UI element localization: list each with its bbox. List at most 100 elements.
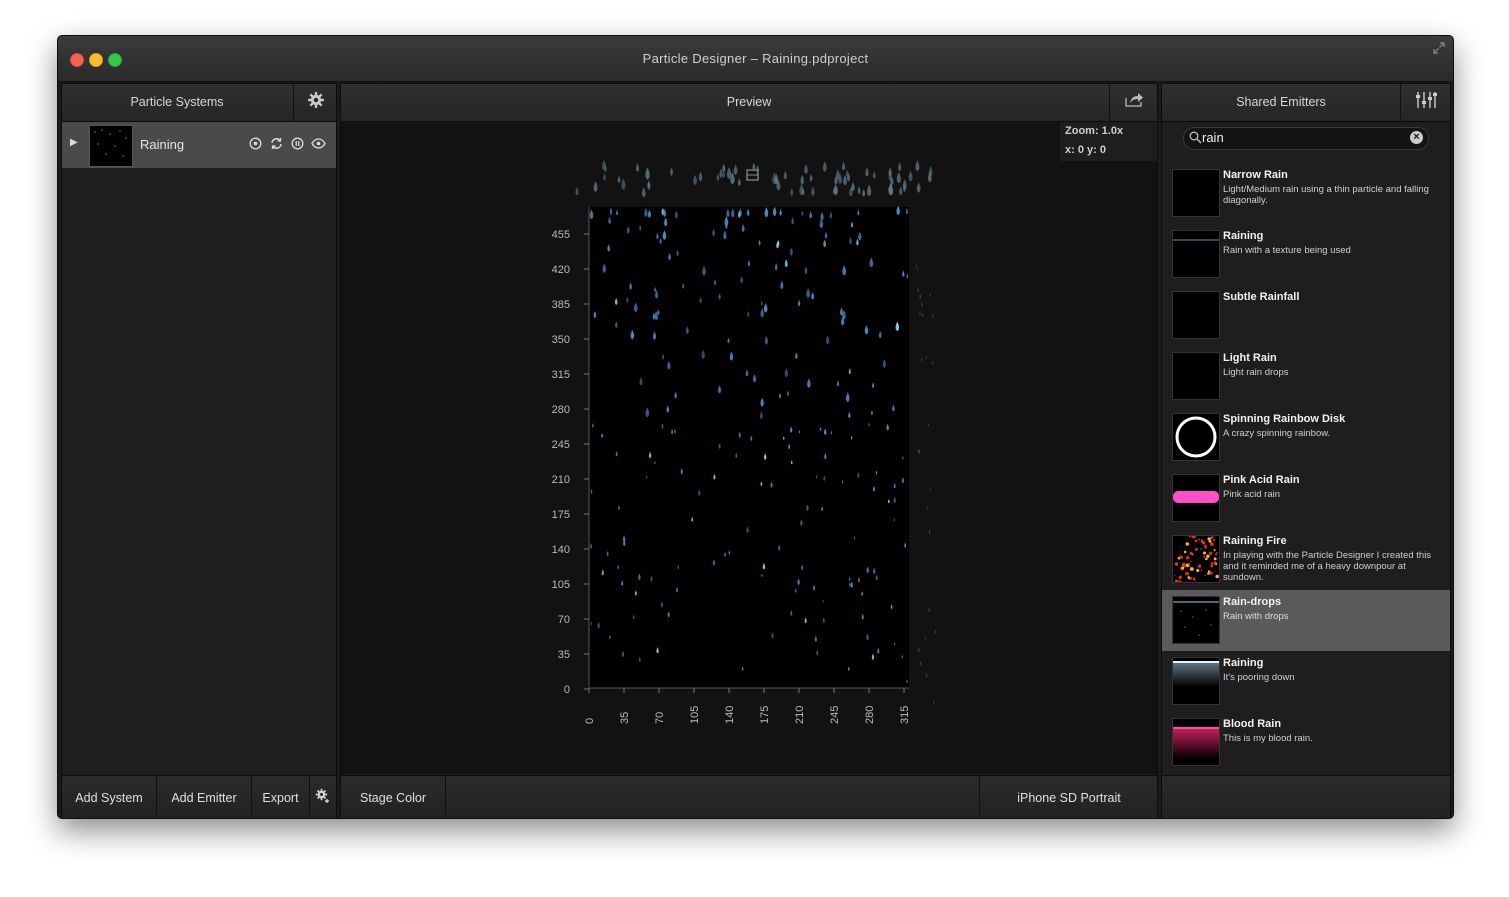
disclosure-triangle-icon[interactable]: ▶ [70, 137, 78, 148]
export-button[interactable]: Export [252, 776, 310, 818]
y-tick-label: 245 [552, 439, 570, 451]
emitter-row-raining-fire[interactable]: Raining Fire In playing with the Particl… [1162, 529, 1450, 590]
rain-drop [896, 171, 901, 184]
fire-particle [1185, 555, 1190, 560]
rain-drop [790, 187, 794, 197]
rain-drop [645, 167, 650, 180]
rain-drop [928, 607, 931, 613]
preview-panel: Preview 455 420 385 350 315 280 245 210 175 140 10… [340, 83, 1158, 818]
rain-drop [843, 174, 847, 186]
rain-drop [670, 167, 674, 176]
rain-drop [698, 171, 703, 182]
settings-button[interactable] [293, 84, 337, 121]
fire-particle [1202, 551, 1207, 555]
rain-drop [929, 292, 932, 297]
emitter-row-raining[interactable]: Raining Rain with a texture being used [1162, 224, 1450, 285]
export-settings-button[interactable] [310, 776, 336, 818]
panel-title: Preview [726, 95, 772, 109]
add-system-button[interactable]: Add System [62, 776, 157, 818]
rain-drop [919, 660, 922, 667]
search-input[interactable] [1202, 130, 1402, 145]
fire-particle [1213, 538, 1216, 541]
emitter-title: Raining Fire [1223, 535, 1287, 547]
rain-drop [929, 487, 931, 492]
title-bar: Particle Designer – Raining.pdproject [58, 36, 1453, 82]
fire-particle [1216, 551, 1218, 554]
emitter-description: Light rain drops [1223, 367, 1289, 378]
x-tick-label: 245 [829, 706, 841, 724]
rain-drop [917, 267, 919, 272]
zoom-level: Zoom: 1.0x [1065, 125, 1124, 137]
share-button[interactable] [1109, 84, 1158, 121]
system-row-raining[interactable]: ▶ Raining [62, 122, 336, 168]
rain-drop [921, 312, 924, 318]
rain-drop [902, 179, 907, 190]
emitter-thumbnail [1172, 718, 1220, 766]
preview-stage[interactable]: 455 420 385 350 315 280 245 210 175 140 105 70 35 0 0… [341, 122, 1157, 774]
fire-particle [1174, 575, 1176, 577]
emitter-row-blood-rain[interactable]: Blood Rain This is my blood rain. [1162, 712, 1450, 773]
rain-drop [593, 181, 598, 192]
rain-drop [851, 182, 855, 192]
refresh-icon[interactable] [269, 136, 284, 151]
rain-drop [737, 178, 741, 187]
system-name: Raining [140, 137, 185, 152]
emitter-description: This is my blood rain. [1223, 733, 1313, 744]
eye-icon[interactable] [311, 136, 326, 151]
emitter-row-narrow-rain[interactable]: Narrow Rain Light/Medium rain using a th… [1162, 163, 1450, 224]
x-tick-label: 35 [619, 712, 631, 724]
x-tick-label: 140 [724, 706, 736, 724]
emitter-row-subtle-rainfall[interactable]: Subtle Rainfall [1162, 285, 1450, 346]
fullscreen-icon[interactable] [1433, 42, 1445, 57]
fire-particle [1197, 564, 1202, 568]
rain-drop [800, 174, 804, 185]
emitter-row-light-rain[interactable]: Light Rain Light rain drops [1162, 346, 1450, 407]
rain-drop [933, 700, 935, 705]
x-tick-label: 280 [864, 706, 876, 724]
search-field[interactable]: × [1183, 127, 1429, 150]
fire-particle [1200, 569, 1203, 571]
rain-drop [722, 163, 726, 173]
emitter-description: A crazy spinning rainbow. [1223, 428, 1331, 439]
y-tick-label: 350 [552, 334, 570, 346]
fire-particle [1178, 580, 1182, 582]
emitter-description: Rain with a texture being used [1223, 245, 1351, 256]
y-tick-label: 70 [558, 614, 570, 626]
rain-drop [915, 160, 920, 172]
emitter-list: Narrow Rain Light/Medium rain using a th… [1162, 163, 1450, 773]
fire-particle [1205, 547, 1207, 550]
rain-drop [919, 311, 921, 316]
target-icon[interactable] [248, 136, 263, 151]
emitter-thumbnail [1172, 352, 1220, 400]
shared-emitters-header: Shared Emitters [1162, 84, 1450, 122]
rain-drop [752, 162, 756, 171]
fire-particle [1213, 557, 1217, 561]
particle-systems-header: Particle Systems [62, 84, 336, 122]
fire-particle [1198, 538, 1201, 541]
emitter-row-raining-2[interactable]: Raining It's pooring down [1162, 651, 1450, 712]
pause-icon[interactable] [290, 136, 305, 151]
rain-drop [719, 168, 723, 178]
device-select[interactable]: iPhone SD Portrait [979, 776, 1158, 818]
emitter-row-pink-acid-rain[interactable]: Pink Acid Rain Pink acid rain [1162, 468, 1450, 529]
y-tick-label: 35 [558, 649, 570, 661]
emitter-description: Light/Medium rain using a thin particle … [1223, 184, 1429, 206]
emitter-thumbnail [1172, 657, 1220, 705]
rain-drop [862, 188, 866, 197]
stage-color-button[interactable]: Stage Color [341, 776, 446, 818]
emitter-row-spinning-rainbow-disk[interactable]: Spinning Rainbow Disk A crazy spinning r… [1162, 407, 1450, 468]
emitter-title: Raining [1223, 230, 1264, 242]
emitter-thumbnail [1172, 169, 1220, 217]
panel-title: Shared Emitters [1236, 95, 1326, 109]
clear-search-icon[interactable]: × [1410, 131, 1423, 144]
emitter-row-rain-drops[interactable]: Rain-drops Rain with drops [1162, 590, 1450, 651]
rain-drop [716, 173, 720, 182]
rain-drop [733, 164, 738, 176]
y-tick-label: 210 [552, 474, 570, 486]
fire-particle [1178, 575, 1182, 579]
filter-button[interactable] [1400, 84, 1451, 121]
add-emitter-button[interactable]: Add Emitter [157, 776, 252, 818]
fire-particle [1210, 564, 1214, 568]
y-tick-label: 420 [552, 264, 570, 276]
emitter-title: Light Rain [1223, 352, 1277, 364]
